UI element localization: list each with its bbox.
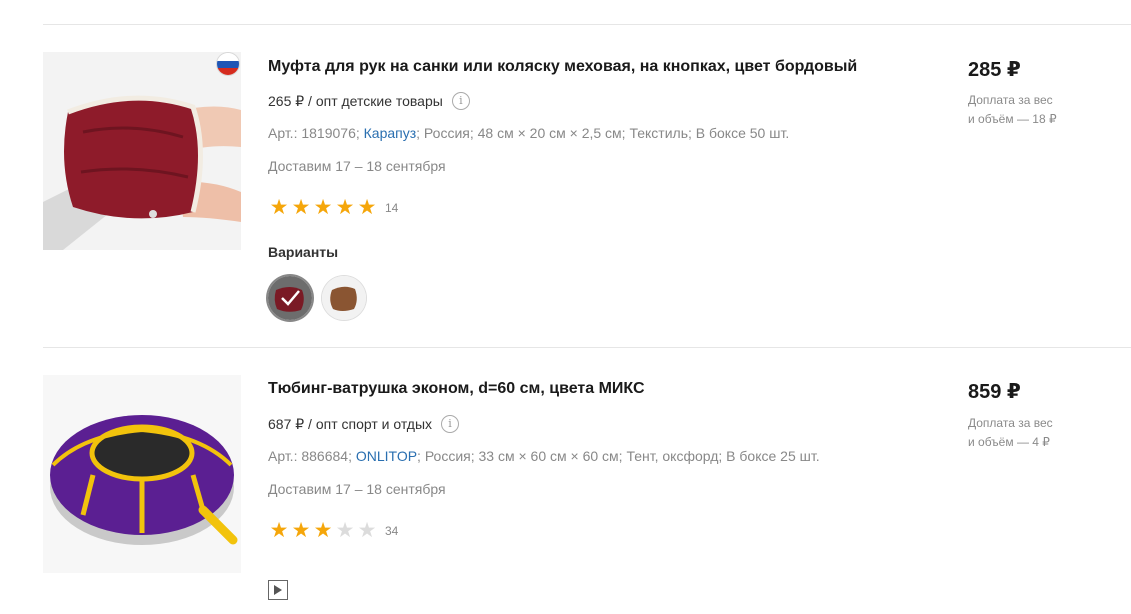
brand-link[interactable]: ONLITOP — [356, 448, 417, 464]
star-icon: ★ — [357, 519, 377, 542]
card-divider — [43, 347, 1131, 348]
info-icon[interactable]: i — [441, 415, 460, 433]
rating-count[interactable]: 34 — [385, 524, 398, 538]
product-price: 859 ₽ — [968, 381, 1021, 403]
star-icon: ★ — [291, 519, 311, 542]
delivery-date: Доставим 17 – 18 сентября — [268, 481, 446, 497]
product-card: Тюбинг-ватрушка эконом, d=60 см, цвета М… — [0, 0, 1131, 600]
surcharge-line: Доплата за вес — [968, 416, 1053, 430]
surcharge-note: Доплата за вес и объём — 4 ₽ — [968, 414, 1088, 452]
article-number: Арт.: 886684; — [268, 448, 352, 464]
video-play-button[interactable] — [268, 580, 288, 600]
star-icon: ★ — [269, 519, 289, 542]
play-icon — [274, 585, 282, 595]
rating: ★ ★ ★ ★ ★ 34 — [268, 519, 399, 542]
star-icon: ★ — [313, 519, 333, 542]
opt-category: опт спорт и отдых — [315, 416, 433, 432]
attributes-rest: ; Россия; 33 см × 60 см × 60 см; Тент, о… — [417, 448, 820, 464]
star-icon: ★ — [335, 519, 355, 542]
product-title[interactable]: Тюбинг-ватрушка эконом, d=60 см, цвета М… — [268, 380, 645, 398]
opt-separator: / — [304, 416, 316, 432]
product-image[interactable] — [43, 375, 241, 573]
product-attributes: Арт.: 886684; ONLITOP; Россия; 33 см × 6… — [268, 448, 820, 464]
surcharge-line: и объём — 4 ₽ — [968, 435, 1050, 449]
opt-price-line: 687 ₽ / опт спорт и отдых i — [268, 415, 460, 433]
opt-price: 687 ₽ — [268, 415, 305, 432]
